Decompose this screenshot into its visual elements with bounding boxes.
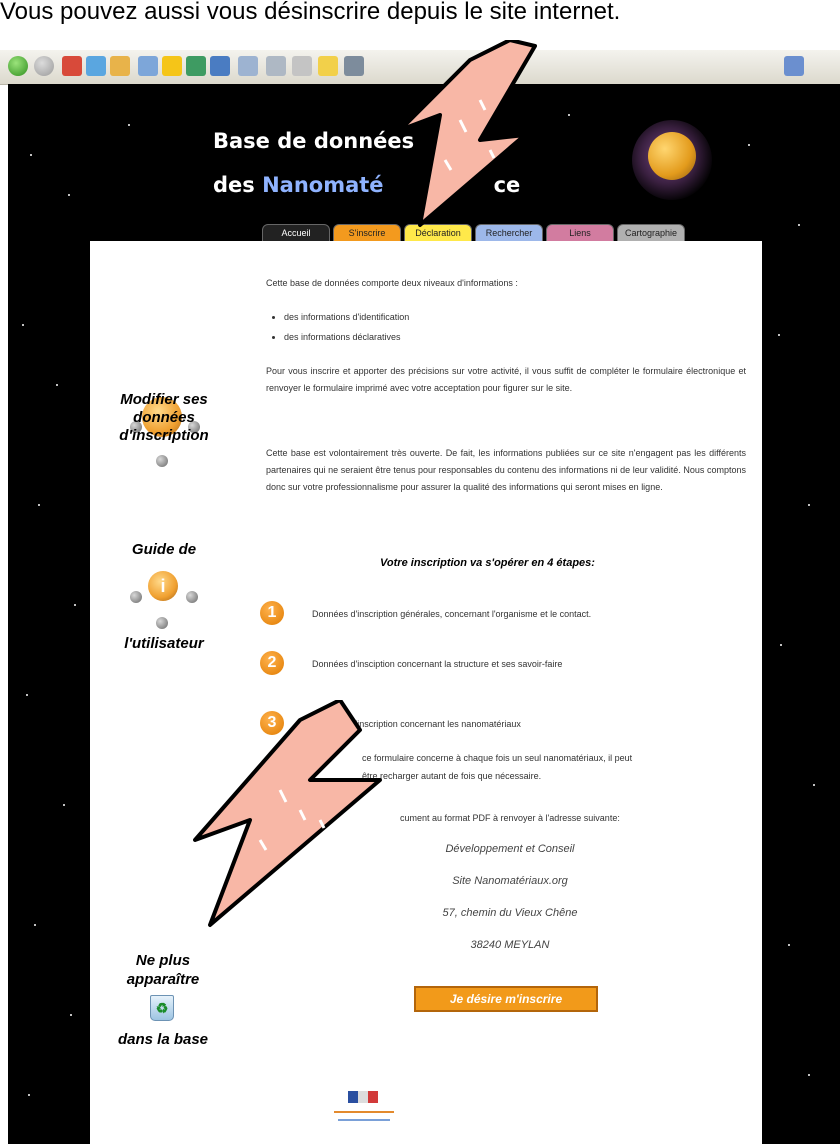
tab-accueil[interactable]: Accueil	[262, 224, 330, 242]
star	[778, 334, 780, 336]
modify-link[interactable]: Modifier ses données d'inscription	[114, 381, 214, 501]
info-molecule-icon: i	[148, 571, 178, 601]
star	[788, 944, 790, 946]
search-icon[interactable]	[138, 56, 158, 76]
address-line: 57, chemin du Vieux Chêne	[442, 907, 578, 919]
signup-button[interactable]: Je désire m'inscrire	[414, 986, 598, 1012]
molecule-node	[156, 455, 168, 467]
star	[28, 1094, 30, 1096]
star	[70, 1014, 72, 1016]
star	[813, 784, 815, 786]
step-2-icon: 2	[260, 651, 284, 675]
molecule-node	[130, 591, 142, 603]
edit-icon[interactable]	[292, 56, 312, 76]
folder-icon[interactable]	[318, 56, 338, 76]
address-line: Développement et Conseil	[445, 843, 575, 855]
unsubscribe-link[interactable]: Ne plus apparaître ♻ dans la base	[98, 951, 228, 1071]
main-page: Modifier ses données d'inscription Guide…	[90, 241, 762, 1144]
paragraph-signup: Pour vous inscrire et apporter des préci…	[266, 366, 746, 393]
star	[22, 324, 24, 326]
pdf-instruction: cument au format PDF à renvoyer à l'adre…	[400, 813, 620, 823]
list-item: des informations déclaratives	[284, 327, 704, 347]
star	[56, 384, 58, 386]
unsubscribe-line: apparaître	[126, 971, 200, 988]
step-1-icon: 1	[260, 601, 284, 625]
mail-icon[interactable]	[238, 56, 258, 76]
star	[26, 694, 28, 696]
ministry-line	[334, 1111, 394, 1113]
back-button-icon[interactable]	[8, 56, 28, 76]
caption-text: Vous pouvez aussi vous désinscrire depui…	[0, 0, 840, 44]
user-guide-link[interactable]: Guide de i l'utilisateur	[114, 541, 214, 671]
modify-label: Modifier ses données d'inscription	[114, 391, 214, 445]
refresh-icon[interactable]	[86, 56, 106, 76]
flag-blue	[348, 1091, 358, 1103]
pink-arrow-bottom	[193, 700, 382, 927]
flag-red	[368, 1091, 378, 1103]
modify-label-line: données	[133, 409, 195, 426]
stop-icon[interactable]	[62, 56, 82, 76]
star	[748, 144, 750, 146]
unsubscribe-line: dans la base	[117, 1031, 209, 1048]
print-icon[interactable]	[266, 56, 286, 76]
pink-arrow-top	[398, 40, 537, 227]
translate-icon[interactable]	[784, 56, 804, 76]
modify-label-line: Modifier ses	[120, 391, 208, 408]
star	[38, 504, 40, 506]
star	[30, 154, 32, 156]
ministry-logo	[328, 1091, 400, 1131]
address-line: Site Nanomatériaux.org	[452, 875, 568, 887]
steps-heading: Votre inscription va s'opérer en 4 étape…	[380, 557, 595, 569]
website-area: Base de données des Nanomaté ce Accueil S'…	[8, 84, 840, 1144]
list-item: des informations d'identification	[284, 307, 704, 327]
molecule-node	[156, 617, 168, 629]
home-icon[interactable]	[110, 56, 130, 76]
recycle-bin-icon: ♻	[150, 995, 174, 1021]
star	[74, 604, 76, 606]
step-1-text: Données d'inscription générales, concern…	[312, 609, 592, 619]
star	[808, 504, 810, 506]
tab-cartographie[interactable]: Cartographie	[617, 224, 685, 242]
guide-label-top: Guide de	[131, 541, 197, 558]
star	[808, 1074, 810, 1076]
guide-label-bottom: l'utilisateur	[124, 635, 204, 652]
flag-white	[358, 1091, 368, 1103]
info-levels-list: des informations d'identification des in…	[266, 307, 704, 347]
star	[780, 644, 782, 646]
site-title-prefix: des	[213, 173, 263, 197]
intro-text: Cette base de données comporte deux nive…	[266, 278, 518, 288]
address-line: 38240 MEYLAN	[470, 939, 550, 951]
ministry-line	[338, 1119, 390, 1121]
star	[568, 114, 570, 116]
star	[34, 924, 36, 926]
history-icon[interactable]	[210, 56, 230, 76]
step-2-text: Données d'insciption concernant la struc…	[312, 659, 563, 669]
star	[63, 804, 65, 806]
favorites-icon[interactable]	[162, 56, 182, 76]
star	[798, 224, 800, 226]
molecule-node	[186, 591, 198, 603]
paragraph-disclaimer: Cette base est volontairement très ouver…	[266, 448, 746, 492]
star	[128, 124, 130, 126]
modify-label-line: d'inscription	[119, 427, 209, 444]
star	[68, 194, 70, 196]
media-icon[interactable]	[186, 56, 206, 76]
nano-logo	[632, 120, 712, 200]
forward-button-icon[interactable]	[34, 56, 54, 76]
unsubscribe-line: Ne plus	[135, 952, 191, 969]
unsubscribe-label: Ne plus apparaître	[98, 951, 228, 989]
logo-sphere	[648, 132, 696, 180]
